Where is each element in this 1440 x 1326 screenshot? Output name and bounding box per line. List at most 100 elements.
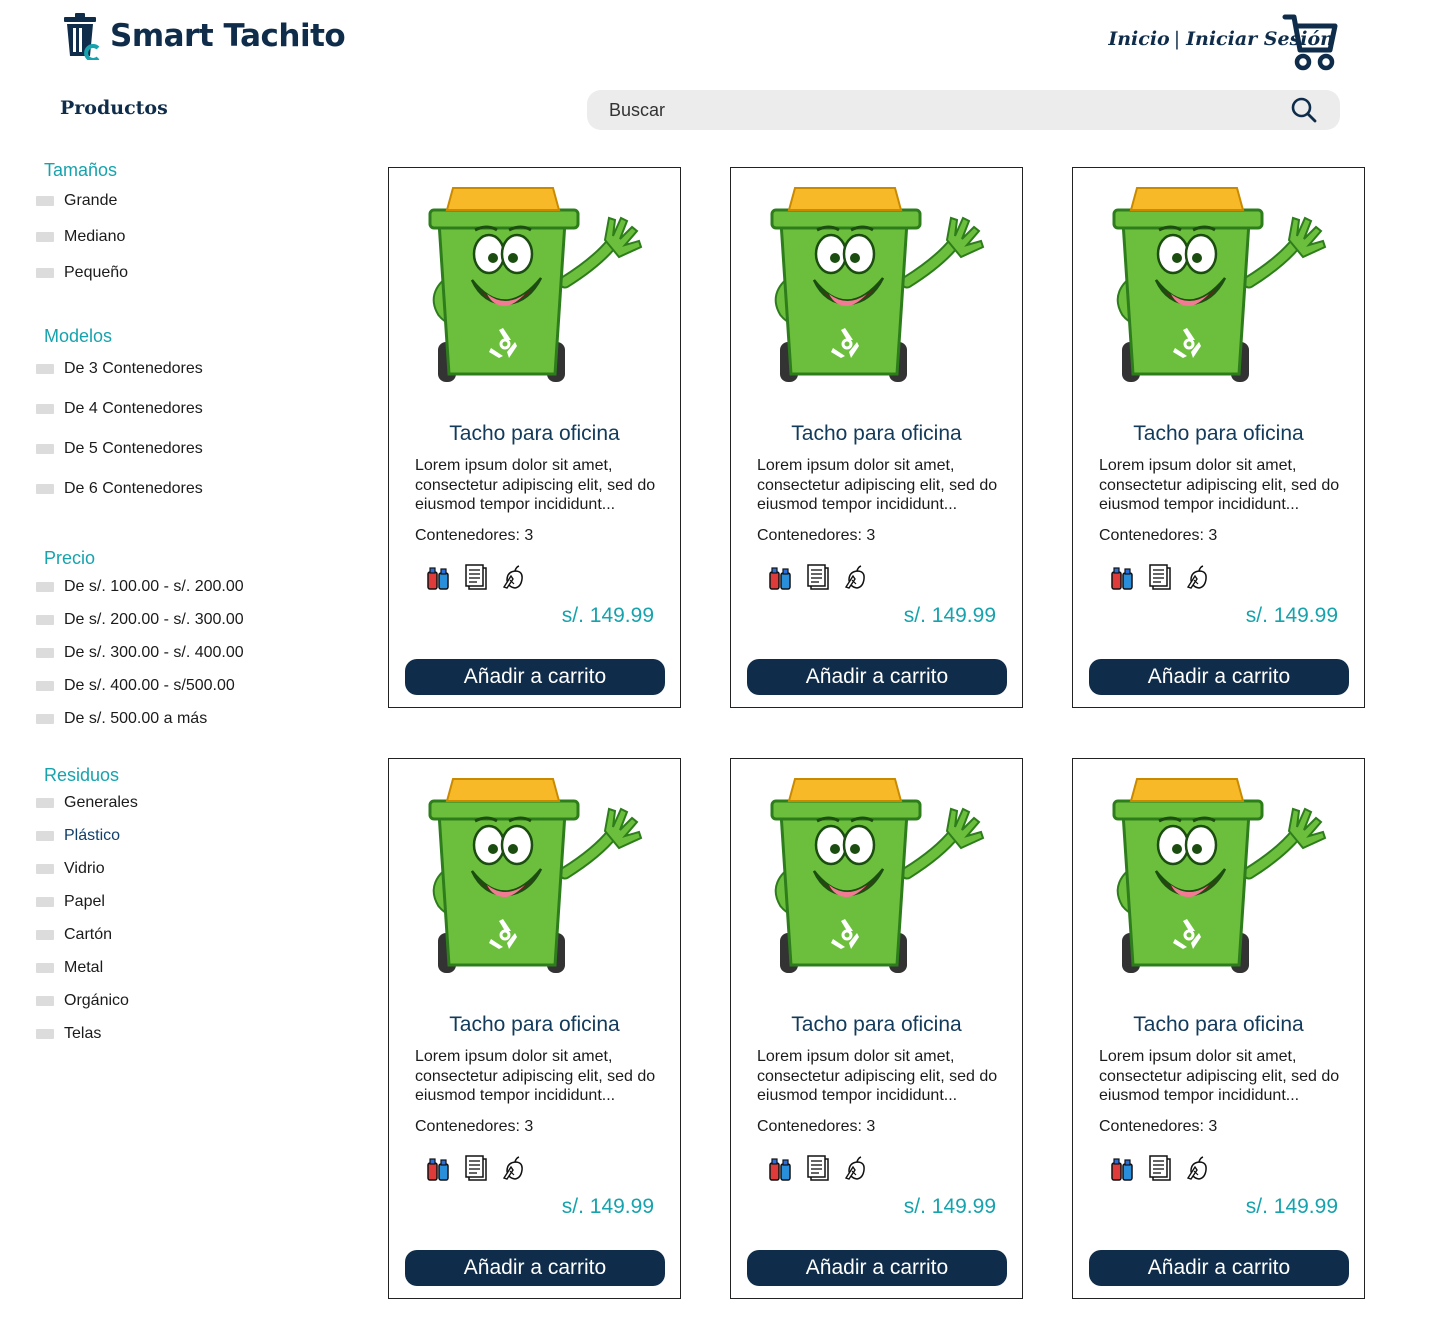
filter-option-waste[interactable]: Metal xyxy=(36,959,103,977)
paper-icon xyxy=(805,1154,831,1182)
filter-option-label: Generales xyxy=(64,794,138,811)
cart-icon[interactable] xyxy=(1282,12,1338,72)
add-to-cart-button[interactable]: Añadir a carrito xyxy=(405,659,665,695)
product-title[interactable]: Tacho para oficina xyxy=(1073,422,1364,446)
recycling-bin-mascot-image xyxy=(759,773,995,983)
filter-option-waste[interactable]: Vidrio xyxy=(36,860,105,878)
filter-option-waste[interactable]: Papel xyxy=(36,893,105,911)
add-to-cart-button[interactable]: Añadir a carrito xyxy=(747,1250,1007,1286)
product-price: s/. 149.99 xyxy=(903,1195,996,1218)
filter-option-model[interactable]: De 5 Contenedores xyxy=(36,440,203,458)
filter-option-size[interactable]: Mediano xyxy=(36,228,125,246)
filter-option-price[interactable]: De s/. 400.00 - s/500.00 xyxy=(36,677,235,695)
product-title[interactable]: Tacho para oficina xyxy=(389,422,680,446)
product-description: Lorem ipsum dolor sit amet, consectetur … xyxy=(415,1048,656,1104)
product-card[interactable]: Tacho para oficina Lorem ipsum dolor sit… xyxy=(730,758,1023,1299)
organic-waste-icon xyxy=(1185,1154,1211,1182)
filter-option-waste[interactable]: Telas xyxy=(36,1025,101,1043)
organic-waste-icon xyxy=(843,563,869,591)
product-container-count: Contenedores: 3 xyxy=(757,527,876,544)
product-title[interactable]: Tacho para oficina xyxy=(731,1013,1022,1037)
brand-logo[interactable]: Smart Tachito xyxy=(60,12,346,62)
filter-option-label: Mediano xyxy=(64,228,126,245)
add-to-cart-button[interactable]: Añadir a carrito xyxy=(747,659,1007,695)
product-title[interactable]: Tacho para oficina xyxy=(389,1013,680,1037)
filter-option-label: De 3 Contenedores xyxy=(64,360,203,377)
product-title[interactable]: Tacho para oficina xyxy=(731,422,1022,446)
filter-option-label: Telas xyxy=(64,1025,102,1042)
nav-separator: | xyxy=(1173,28,1181,50)
search-input[interactable] xyxy=(609,99,1290,121)
filter-option-label: De s/. 100.00 - s/. 200.00 xyxy=(64,578,244,595)
checkbox[interactable] xyxy=(36,232,54,242)
checkbox[interactable] xyxy=(36,615,54,625)
checkbox[interactable] xyxy=(36,963,54,973)
filter-option-waste[interactable]: Plástico xyxy=(36,827,120,845)
nav-home-link[interactable]: Inicio xyxy=(1108,28,1169,50)
checkbox[interactable] xyxy=(36,798,54,808)
checkbox[interactable] xyxy=(36,648,54,658)
product-card[interactable]: Tacho para oficina Lorem ipsum dolor sit… xyxy=(1072,758,1365,1299)
bottles-icon xyxy=(767,1154,793,1182)
product-card[interactable]: Tacho para oficina Lorem ipsum dolor sit… xyxy=(388,758,681,1299)
filter-option-model[interactable]: De 3 Contenedores xyxy=(36,360,203,378)
filter-option-model[interactable]: De 6 Contenedores xyxy=(36,480,203,498)
filter-option-waste[interactable]: Orgánico xyxy=(36,992,129,1010)
checkbox[interactable] xyxy=(36,268,54,278)
checkbox[interactable] xyxy=(36,681,54,691)
checkbox[interactable] xyxy=(36,831,54,841)
filter-option-label: Plástico xyxy=(64,827,121,844)
checkbox[interactable] xyxy=(36,582,54,592)
filter-option-label: De s/. 200.00 - s/. 300.00 xyxy=(64,611,244,628)
bottles-icon xyxy=(1109,563,1135,591)
add-to-cart-button[interactable]: Añadir a carrito xyxy=(1089,1250,1349,1286)
checkbox[interactable] xyxy=(36,444,54,454)
filter-option-size[interactable]: Pequeño xyxy=(36,264,128,282)
product-card[interactable]: Tacho para oficina Lorem ipsum dolor sit… xyxy=(730,167,1023,708)
add-to-cart-button[interactable]: Añadir a carrito xyxy=(1089,659,1349,695)
checkbox[interactable] xyxy=(36,196,54,206)
organic-waste-icon xyxy=(843,1154,869,1182)
filter-option-label: De s/. 500.00 a más xyxy=(64,710,208,727)
product-description: Lorem ipsum dolor sit amet, consectetur … xyxy=(757,457,998,513)
filter-option-price[interactable]: De s/. 200.00 - s/. 300.00 xyxy=(36,611,244,629)
checkbox[interactable] xyxy=(36,364,54,374)
product-description: Lorem ipsum dolor sit amet, consectetur … xyxy=(1099,1048,1340,1104)
checkbox[interactable] xyxy=(36,864,54,874)
product-container-count: Contenedores: 3 xyxy=(1099,527,1218,544)
filter-option-label: Metal xyxy=(64,959,104,976)
filter-option-price[interactable]: De s/. 300.00 - s/. 400.00 xyxy=(36,644,244,662)
checkbox[interactable] xyxy=(36,484,54,494)
product-card[interactable]: Tacho para oficina Lorem ipsum dolor sit… xyxy=(388,167,681,708)
bottles-icon xyxy=(1109,1154,1135,1182)
brand-name: Smart Tachito xyxy=(110,18,346,54)
filter-option-size[interactable]: Grande xyxy=(36,192,117,210)
search-bar xyxy=(587,90,1340,130)
product-container-count: Contenedores: 3 xyxy=(415,1118,534,1135)
checkbox[interactable] xyxy=(36,1029,54,1039)
product-title[interactable]: Tacho para oficina xyxy=(1073,1013,1364,1037)
checkbox[interactable] xyxy=(36,897,54,907)
filter-option-label: Pequeño xyxy=(64,264,129,281)
product-card[interactable]: Tacho para oficina Lorem ipsum dolor sit… xyxy=(1072,167,1365,708)
add-to-cart-button[interactable]: Añadir a carrito xyxy=(405,1250,665,1286)
filter-option-model[interactable]: De 4 Contenedores xyxy=(36,400,203,418)
product-description: Lorem ipsum dolor sit amet, consectetur … xyxy=(757,1048,998,1104)
bottles-icon xyxy=(425,1154,451,1182)
product-container-count: Contenedores: 3 xyxy=(1099,1118,1218,1135)
filter-option-waste[interactable]: Generales xyxy=(36,794,138,812)
bottles-icon xyxy=(425,563,451,591)
page-title: Productos xyxy=(60,97,168,119)
checkbox[interactable] xyxy=(36,930,54,940)
checkbox[interactable] xyxy=(36,714,54,724)
checkbox[interactable] xyxy=(36,996,54,1006)
paper-icon xyxy=(1147,1154,1173,1182)
checkbox[interactable] xyxy=(36,404,54,414)
recycling-bin-mascot-image xyxy=(759,182,995,392)
recycling-bin-mascot-image xyxy=(417,182,653,392)
filter-option-waste[interactable]: Cartón xyxy=(36,926,112,944)
trash-can-logo-icon xyxy=(60,12,104,62)
search-icon[interactable] xyxy=(1290,96,1318,124)
filter-option-price[interactable]: De s/. 500.00 a más xyxy=(36,710,207,728)
filter-option-price[interactable]: De s/. 100.00 - s/. 200.00 xyxy=(36,578,244,596)
